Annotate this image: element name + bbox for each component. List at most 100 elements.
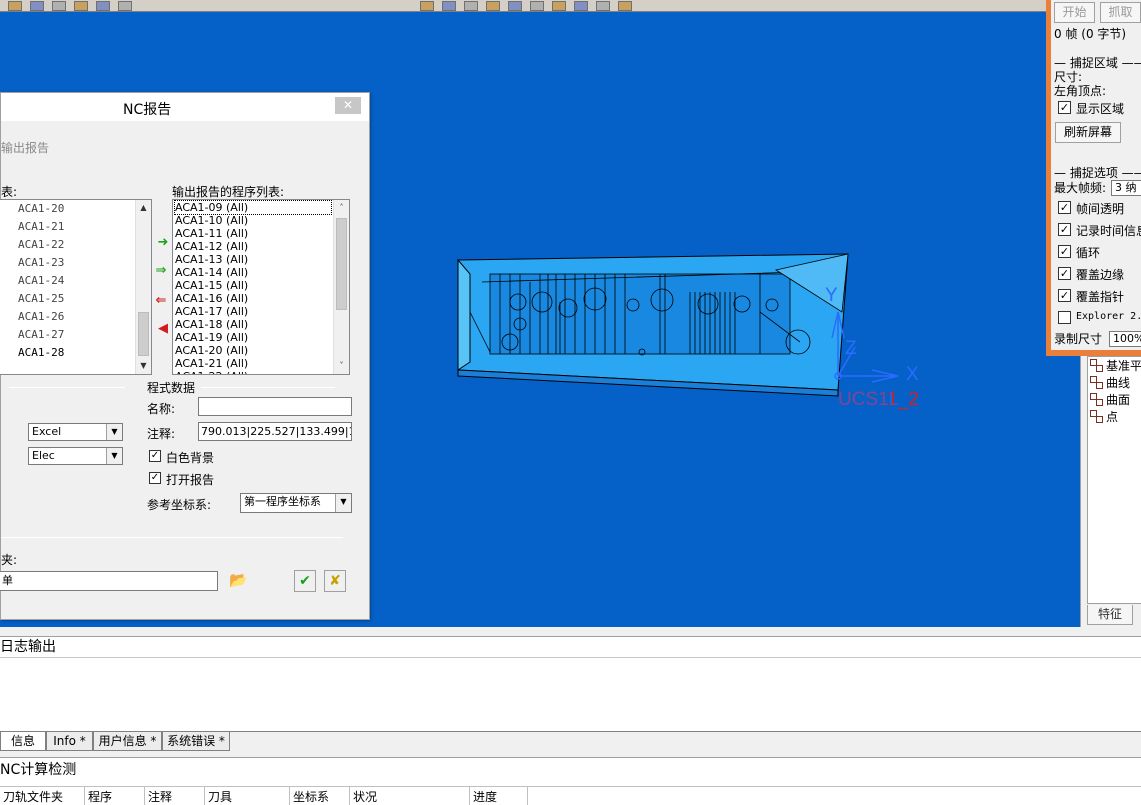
open-folder-icon[interactable]: 📂	[229, 571, 248, 589]
name-field[interactable]	[198, 397, 352, 416]
tab-info-cn[interactable]: 信息	[0, 732, 46, 751]
tab-info[interactable]: Info *	[46, 732, 93, 751]
max-fps-input[interactable]: 3 纳	[1111, 180, 1141, 196]
list-item[interactable]: ACA1-23	[18, 256, 64, 269]
option-checkbox-1[interactable]: ✓	[1058, 223, 1071, 236]
list-item[interactable]: ACA1-25	[18, 292, 64, 305]
scroll-thumb[interactable]	[138, 312, 149, 356]
format-select[interactable]: Excel ▼	[28, 423, 123, 441]
report-program-list[interactable]: ACA1-09 (All) ACA1-10 (All) ACA1-11 (All) A…	[172, 199, 350, 375]
list-item[interactable]: ACA1-10 (All)	[175, 214, 248, 227]
cancel-button[interactable]: ✘	[324, 570, 346, 592]
remove-all-arrow-icon[interactable]: ⇐	[154, 294, 168, 307]
list-item[interactable]: ACA1-22	[18, 238, 64, 251]
table-icon[interactable]	[464, 1, 478, 11]
scroll-down-icon[interactable]: ˅	[334, 358, 349, 374]
tree-item-curve[interactable]: 曲线	[1090, 374, 1130, 390]
chevron-down-icon[interactable]: ▼	[106, 448, 122, 464]
measure-icon[interactable]	[618, 1, 632, 11]
comment-field[interactable]: 790.013|225.527|133.499|133.4	[198, 422, 352, 441]
tree-item-point[interactable]: 点	[1090, 408, 1118, 424]
chevron-down-icon[interactable]: ▼	[335, 494, 351, 512]
list-item[interactable]: ACA1-22 (All)	[175, 370, 248, 374]
tool-icon[interactable]	[508, 1, 522, 11]
list-item[interactable]: ACA1-09 (All)	[174, 200, 332, 215]
tree-item-surface[interactable]: 曲面	[1090, 391, 1130, 407]
ok-button[interactable]: ✔	[294, 570, 316, 592]
option-checkbox-0[interactable]: ✓	[1058, 201, 1071, 214]
list-item[interactable]: ACA1-21 (All)	[175, 357, 248, 370]
column-header[interactable]: 刀具	[205, 787, 290, 805]
column-header[interactable]: 状况	[350, 787, 470, 805]
select-icon[interactable]	[30, 1, 44, 11]
list-item[interactable]: ACA1-21	[18, 220, 64, 233]
edit-icon[interactable]	[574, 1, 588, 11]
close-button[interactable]: ✕	[335, 97, 361, 114]
chevron-down-icon[interactable]: ▼	[106, 424, 122, 440]
tab-feature[interactable]: 特征	[1087, 605, 1133, 625]
add-all-arrow-icon[interactable]: ⇒	[154, 264, 168, 277]
list-item[interactable]: ACA1-15 (All)	[175, 279, 248, 292]
cursor-icon[interactable]	[8, 1, 22, 11]
arrow-icon[interactable]	[118, 1, 132, 11]
list-item[interactable]: ACA1-13 (All)	[175, 253, 248, 266]
capture-button[interactable]: 抓取	[1100, 2, 1141, 23]
dialog-titlebar[interactable]: NC报告 ✕	[1, 93, 369, 121]
folder-field[interactable]: 单	[0, 571, 218, 591]
list-item[interactable]: ACA1-24	[18, 274, 64, 287]
main-toolbar	[0, 0, 1046, 12]
remove-one-arrow-icon[interactable]: ◀	[156, 322, 170, 335]
start-button[interactable]: 开始	[1054, 2, 1095, 23]
filter-icon[interactable]	[52, 1, 66, 11]
tab-user-info[interactable]: 用户信息 *	[93, 732, 162, 751]
tab-system-error[interactable]: 系统错误 *	[162, 732, 230, 751]
column-header[interactable]: 刀轨文件夹	[0, 787, 85, 805]
folder-icon[interactable]	[530, 1, 544, 11]
list-item[interactable]: ACA1-20 (All)	[175, 344, 248, 357]
add-one-arrow-icon[interactable]: ➜	[156, 236, 170, 249]
list-item[interactable]: ACA1-16 (All)	[175, 292, 248, 305]
scroll-up-icon[interactable]: ▲	[136, 200, 151, 216]
tree-item-datum[interactable]: 基准平	[1090, 357, 1141, 373]
scroll-thumb[interactable]	[336, 218, 347, 310]
option-checkbox-2[interactable]: ✓	[1058, 245, 1071, 258]
ref-cs-label: 参考坐标系:	[147, 498, 212, 512]
list-item[interactable]: ACA1-18 (All)	[175, 318, 248, 331]
record-size-label: 录制尺寸	[1054, 332, 1103, 346]
list-item[interactable]: ACA1-19 (All)	[175, 331, 248, 344]
open-report-checkbox[interactable]: ✓	[149, 472, 161, 484]
scroll-up-icon[interactable]: ˄	[334, 200, 349, 216]
column-header[interactable]: 进度	[470, 787, 528, 805]
list-item[interactable]: ACA1-26	[18, 310, 64, 323]
show-area-checkbox[interactable]: ✓	[1058, 101, 1071, 114]
ref-cs-select[interactable]: 第一程序坐标系 ▼	[240, 493, 352, 513]
grid-icon[interactable]	[486, 1, 500, 11]
column-header[interactable]: 坐标系	[290, 787, 350, 805]
record-size-input[interactable]: 100%	[1109, 331, 1141, 347]
report-icon[interactable]	[442, 1, 456, 11]
white-bg-checkbox[interactable]: ✓	[149, 450, 161, 462]
option-checkbox-5[interactable]	[1058, 311, 1071, 324]
option-checkbox-4[interactable]: ✓	[1058, 289, 1071, 302]
column-header[interactable]: 程序	[85, 787, 145, 805]
draw-icon[interactable]	[596, 1, 610, 11]
list-item[interactable]: ACA1-17 (All)	[175, 305, 248, 318]
right-list-scrollbar[interactable]: ˄ ˅	[333, 200, 349, 374]
list-item[interactable]: ACA1-28	[18, 346, 64, 359]
filter-icon[interactable]	[74, 1, 88, 11]
list-item[interactable]: ACA1-20	[18, 202, 64, 215]
type-select[interactable]: Elec ▼	[28, 447, 123, 465]
list-item[interactable]: ACA1-12 (All)	[175, 240, 248, 253]
filter-icon[interactable]	[96, 1, 110, 11]
option-checkbox-3[interactable]: ✓	[1058, 267, 1071, 280]
scroll-down-icon[interactable]: ▼	[136, 358, 151, 374]
layer-icon[interactable]	[420, 1, 434, 11]
available-program-list[interactable]: ACA1-20 ACA1-21 ACA1-22 ACA1-23 ACA1-24 ACA1-…	[0, 199, 152, 375]
list-item[interactable]: ACA1-14 (All)	[175, 266, 248, 279]
column-header[interactable]: 注释	[145, 787, 205, 805]
list-item[interactable]: ACA1-27	[18, 328, 64, 341]
refresh-screen-button[interactable]: 刷新屏幕	[1055, 122, 1121, 143]
list-item[interactable]: ACA1-11 (All)	[175, 227, 248, 240]
left-list-scrollbar[interactable]: ▲ ▼	[135, 200, 151, 374]
view-icon[interactable]	[552, 1, 566, 11]
